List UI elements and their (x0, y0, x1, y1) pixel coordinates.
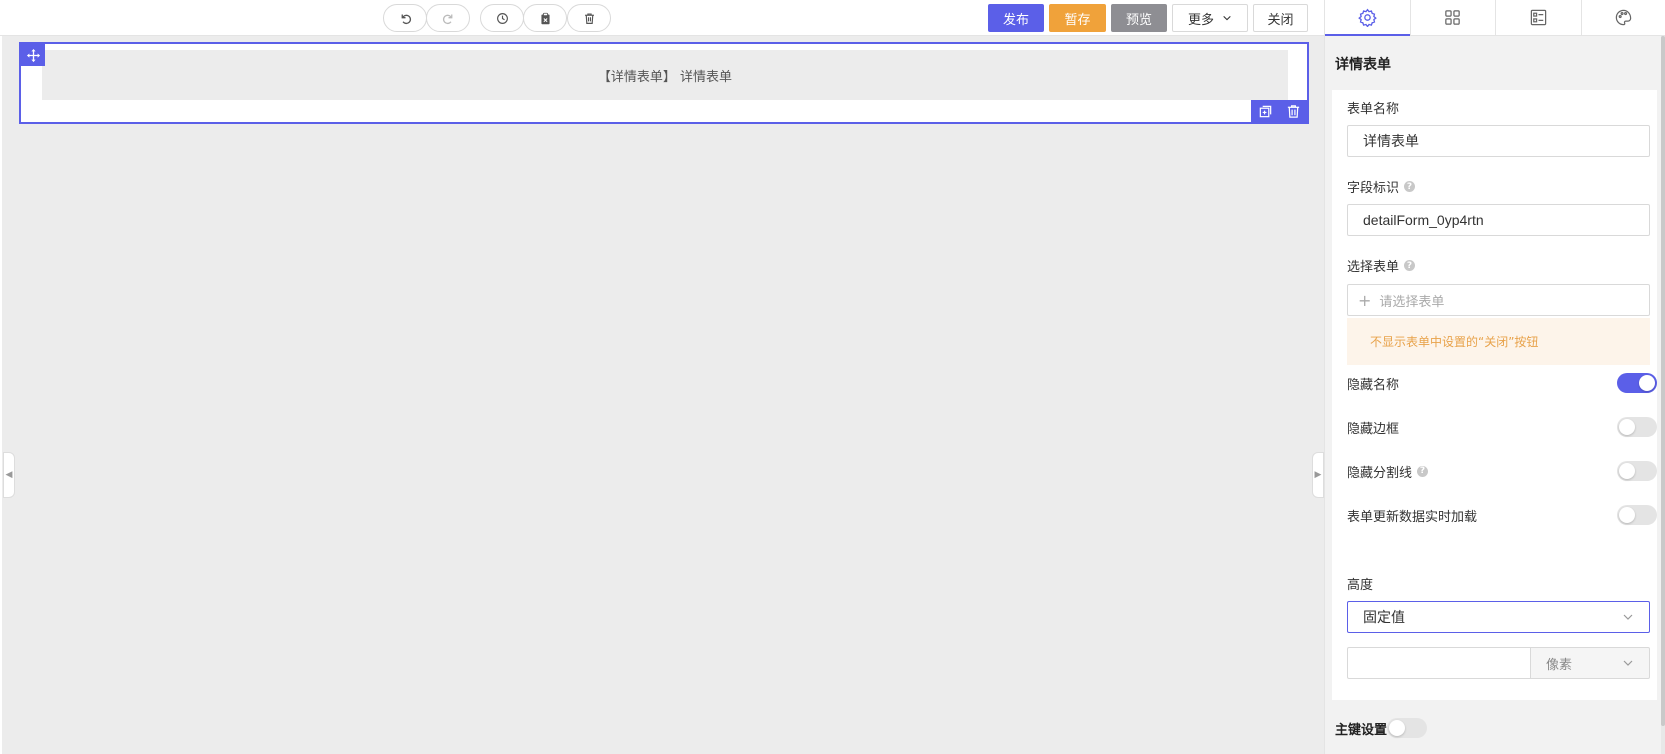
properties-panel: 详情表单 表单名称 字段标识 ? 选择表单 ? + 请选择表单 不显示表单中设置… (1324, 0, 1665, 754)
top-toolbar: 发布 暂存 预览 更多 关闭 (0, 0, 1324, 36)
help-icon[interactable]: ? (1404, 181, 1416, 192)
clipboard-clear-icon (540, 12, 550, 24)
height-label-text: 高度 (1347, 578, 1374, 593)
delete-widget-button[interactable] (1286, 104, 1301, 119)
select-form-label: 选择表单 ? (1347, 256, 1416, 275)
plus-icon: + (1358, 290, 1372, 310)
form-name-input[interactable] (1347, 125, 1650, 157)
trash-icon (584, 12, 594, 24)
realtime-load-row: 表单更新数据实时加载 (1347, 504, 1657, 526)
widget-label: 【详情表单】 详情表单 (597, 69, 733, 85)
hide-name-label: 隐藏名称 (1347, 377, 1400, 393)
undo-icon (401, 13, 411, 24)
close-button[interactable]: 关闭 (1253, 4, 1308, 32)
select-form-field[interactable]: + 请选择表单 (1347, 284, 1650, 316)
form-name-label: 表单名称 (1347, 98, 1399, 117)
tab-components[interactable] (1411, 0, 1496, 35)
more-dropdown[interactable]: 更多 (1172, 4, 1248, 32)
field-id-input[interactable] (1347, 204, 1650, 236)
hide-name-row: 隐藏名称 (1347, 372, 1657, 394)
hide-border-label: 隐藏边框 (1347, 421, 1400, 437)
height-mode-value: 固定值 (1363, 610, 1405, 626)
clear-button[interactable] (523, 4, 567, 32)
field-id-label-text: 字段标识 (1347, 181, 1400, 196)
notice-banner: 不显示表单中设置的“关闭”按钮 (1347, 318, 1650, 365)
hide-divider-row: 隐藏分割线? (1347, 460, 1657, 482)
hide-divider-toggle[interactable] (1617, 461, 1657, 481)
caret-right-icon: ▶ (1314, 470, 1322, 480)
height-label: 高度 (1347, 574, 1373, 593)
collapse-left-panel-handle[interactable]: ◀ (3, 452, 15, 498)
height-unit-select[interactable]: 像素 (1530, 647, 1650, 679)
chevron-down-icon (1623, 614, 1633, 620)
preview-button[interactable]: 预览 (1111, 4, 1167, 32)
settings-card: 表单名称 字段标识 ? 选择表单 ? + 请选择表单 不显示表单中设置的“关闭”… (1332, 90, 1657, 700)
tab-theme[interactable] (1582, 0, 1665, 35)
help-icon[interactable]: ? (1417, 465, 1429, 477)
realtime-load-toggle[interactable] (1617, 505, 1657, 525)
canvas-left-edge (0, 36, 2, 754)
move-handle[interactable] (21, 44, 45, 66)
hide-border-toggle[interactable] (1617, 417, 1657, 437)
chevron-down-icon (1223, 15, 1231, 21)
height-unit-value: 像素 (1546, 657, 1573, 673)
undo-button[interactable] (383, 4, 427, 32)
height-mode-select[interactable]: 固定值 (1347, 601, 1650, 633)
panel-scrollbar-thumb[interactable] (1661, 36, 1665, 726)
primary-key-label: 主键设置 (1335, 722, 1388, 738)
grid-icon (1445, 10, 1461, 25)
chevron-down-icon (1623, 660, 1633, 666)
save-draft-button[interactable]: 暂存 (1049, 4, 1106, 32)
delete-all-button[interactable] (567, 4, 611, 32)
widget-placeholder: 【详情表单】 详情表单 (42, 50, 1288, 100)
height-value-input[interactable] (1347, 647, 1530, 679)
redo-icon (442, 13, 452, 24)
panel-tabs (1325, 0, 1665, 36)
select-form-placeholder: 请选择表单 (1379, 294, 1445, 310)
move-arrows-icon (26, 48, 40, 62)
hide-name-toggle[interactable] (1617, 373, 1657, 393)
tab-settings[interactable] (1325, 0, 1411, 36)
clock-icon (496, 12, 508, 24)
palette-icon (1616, 9, 1632, 26)
collapse-right-panel-handle[interactable]: ▶ (1312, 452, 1324, 498)
panel-title: 详情表单 (1335, 57, 1391, 73)
select-form-label-text: 选择表单 (1347, 260, 1400, 275)
copy-widget-button[interactable] (1258, 104, 1273, 119)
publish-button[interactable]: 发布 (988, 4, 1044, 32)
primary-key-row: 主键设置 (1335, 717, 1428, 739)
caret-left-icon: ◀ (5, 470, 13, 480)
field-id-label: 字段标识 ? (1347, 177, 1416, 196)
gear-icon (1357, 8, 1377, 27)
detail-form-widget[interactable]: 【详情表单】 详情表单 (19, 42, 1309, 124)
redo-button[interactable] (426, 4, 470, 32)
form-name-label-text: 表单名称 (1347, 102, 1400, 117)
copy-icon (1259, 105, 1271, 117)
realtime-load-label: 表单更新数据实时加载 (1347, 509, 1478, 525)
notice-text: 不显示表单中设置的“关闭”按钮 (1370, 335, 1539, 349)
primary-key-toggle[interactable] (1387, 718, 1428, 738)
form-list-icon (1530, 9, 1546, 26)
history-button[interactable] (480, 4, 524, 32)
trash-icon (1287, 104, 1299, 118)
help-icon[interactable]: ? (1404, 260, 1416, 271)
tab-form[interactable] (1496, 0, 1582, 35)
hide-border-row: 隐藏边框 (1347, 416, 1657, 438)
widget-tools (1251, 100, 1307, 122)
more-label: 更多 (1187, 12, 1214, 28)
hide-divider-label: 隐藏分割线 (1347, 465, 1413, 481)
